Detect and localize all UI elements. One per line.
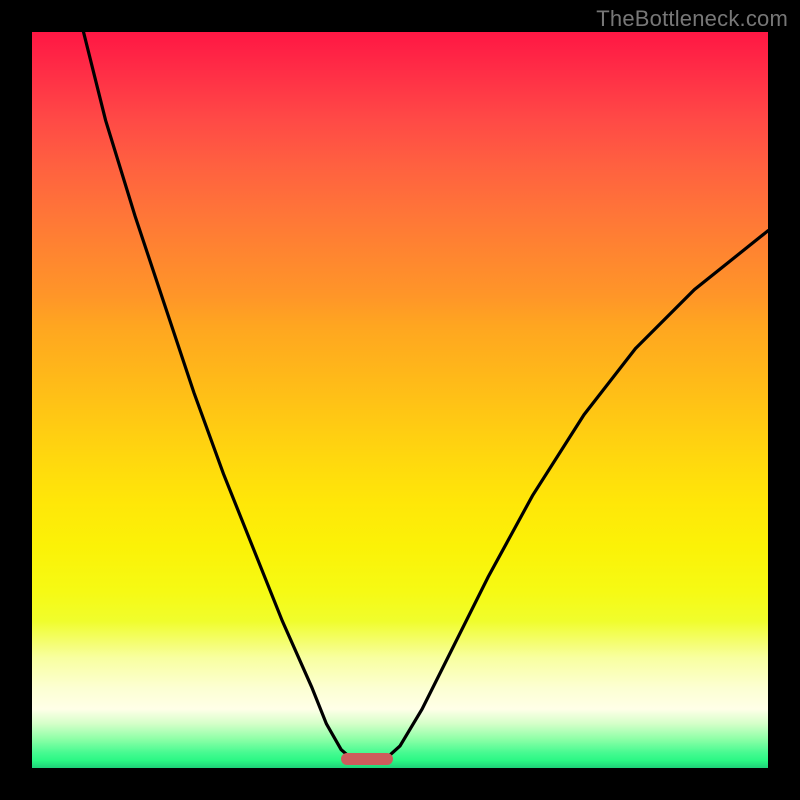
plot-area — [32, 32, 768, 768]
right-curve — [385, 231, 768, 759]
left-curve — [84, 32, 353, 759]
optimal-marker — [341, 753, 393, 765]
curves-svg — [32, 32, 768, 768]
watermark-text: TheBottleneck.com — [596, 6, 788, 32]
chart-container: TheBottleneck.com — [0, 0, 800, 800]
